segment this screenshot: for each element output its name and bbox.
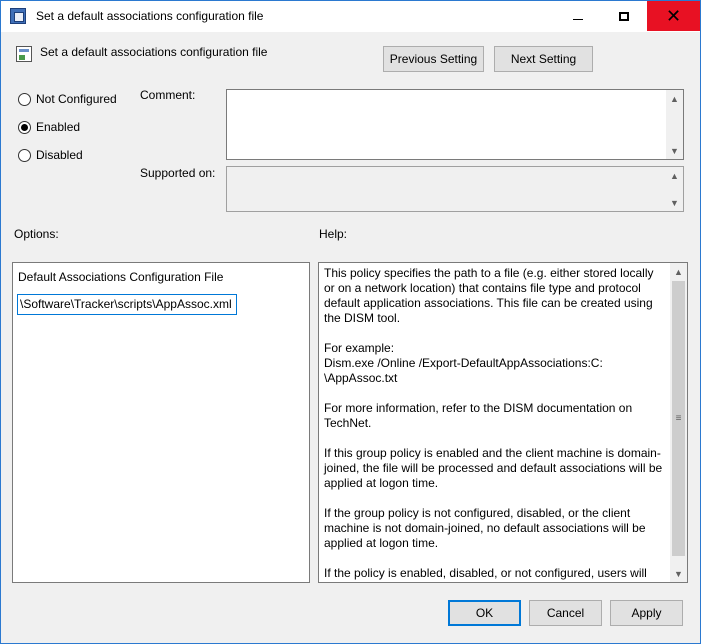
scroll-up-icon[interactable]: ▲ [666, 90, 683, 107]
options-label: Options: [14, 227, 59, 241]
window-title: Set a default associations configuration… [36, 9, 264, 23]
radio-enabled[interactable]: Enabled [18, 120, 80, 134]
scroll-thumb[interactable]: ≡ [672, 281, 685, 556]
policy-setting-icon [16, 46, 32, 62]
help-text: This policy specifies the path to a file… [324, 266, 667, 582]
maximize-icon [619, 11, 629, 21]
radio-not-configured-circle[interactable] [18, 92, 31, 106]
scroll-down-icon[interactable]: ▼ [670, 565, 687, 582]
dialog-window: Set a default associations configuration… [0, 0, 701, 644]
comment-textarea[interactable]: ▲ ▼ [226, 89, 684, 160]
radio-enabled-circle[interactable] [18, 120, 31, 134]
previous-setting-button[interactable]: Previous Setting [383, 46, 484, 72]
cancel-button[interactable]: Cancel [529, 600, 602, 626]
title-bar[interactable]: Set a default associations configuration… [1, 1, 700, 32]
ok-button[interactable]: OK [448, 600, 521, 626]
apply-button[interactable]: Apply [610, 600, 683, 626]
scroll-down-icon[interactable]: ▼ [666, 142, 683, 159]
radio-disabled-circle[interactable] [18, 148, 31, 162]
help-paragraph: For more information, refer to the DISM … [324, 401, 633, 430]
grip-icon: ≡ [675, 413, 682, 424]
help-paragraph: For example: Dism.exe /Online /Export-De… [324, 341, 603, 385]
radio-disabled-label: Disabled [36, 148, 83, 162]
group-policy-icon [10, 8, 26, 24]
close-button[interactable]: ✕ [647, 1, 700, 31]
radio-not-configured[interactable]: Not Configured [18, 92, 117, 106]
help-scrollbar[interactable]: ▲ ≡ ▼ [670, 263, 687, 582]
minimize-icon [573, 18, 583, 20]
close-icon: ✕ [665, 5, 682, 26]
supported-on-label: Supported on: [140, 166, 216, 180]
radio-enabled-label: Enabled [36, 120, 81, 134]
config-file-label: Default Associations Configuration File [18, 270, 224, 284]
options-panel: Default Associations Configuration File … [12, 262, 310, 583]
help-label: Help: [319, 227, 348, 241]
maximize-button[interactable] [601, 1, 647, 31]
help-panel: This policy specifies the path to a file… [318, 262, 688, 583]
radio-disabled[interactable]: Disabled [18, 148, 83, 162]
scroll-up-icon[interactable]: ▲ [666, 167, 683, 184]
supported-on-box: ▲ ▼ [226, 166, 684, 212]
config-file-path-input[interactable]: \Software\Tracker\scripts\AppAssoc.xml [17, 294, 237, 315]
radio-not-configured-label: Not Configured [36, 92, 117, 106]
comment-scrollbar[interactable]: ▲ ▼ [666, 90, 683, 159]
scroll-up-icon[interactable]: ▲ [670, 263, 687, 280]
scroll-down-icon[interactable]: ▼ [666, 194, 683, 211]
minimize-button[interactable] [555, 1, 601, 31]
help-paragraph: This policy specifies the path to a file… [324, 266, 654, 325]
help-paragraph: If the group policy is not configured, d… [324, 506, 646, 550]
help-paragraph: If this group policy is enabled and the … [324, 446, 663, 490]
help-paragraph: If the policy is enabled, disabled, or n… [324, 566, 647, 582]
next-setting-button[interactable]: Next Setting [494, 46, 593, 72]
setting-title: Set a default associations configuration… [40, 45, 268, 59]
supported-scrollbar[interactable]: ▲ ▼ [666, 167, 683, 211]
comment-label: Comment: [140, 88, 196, 102]
